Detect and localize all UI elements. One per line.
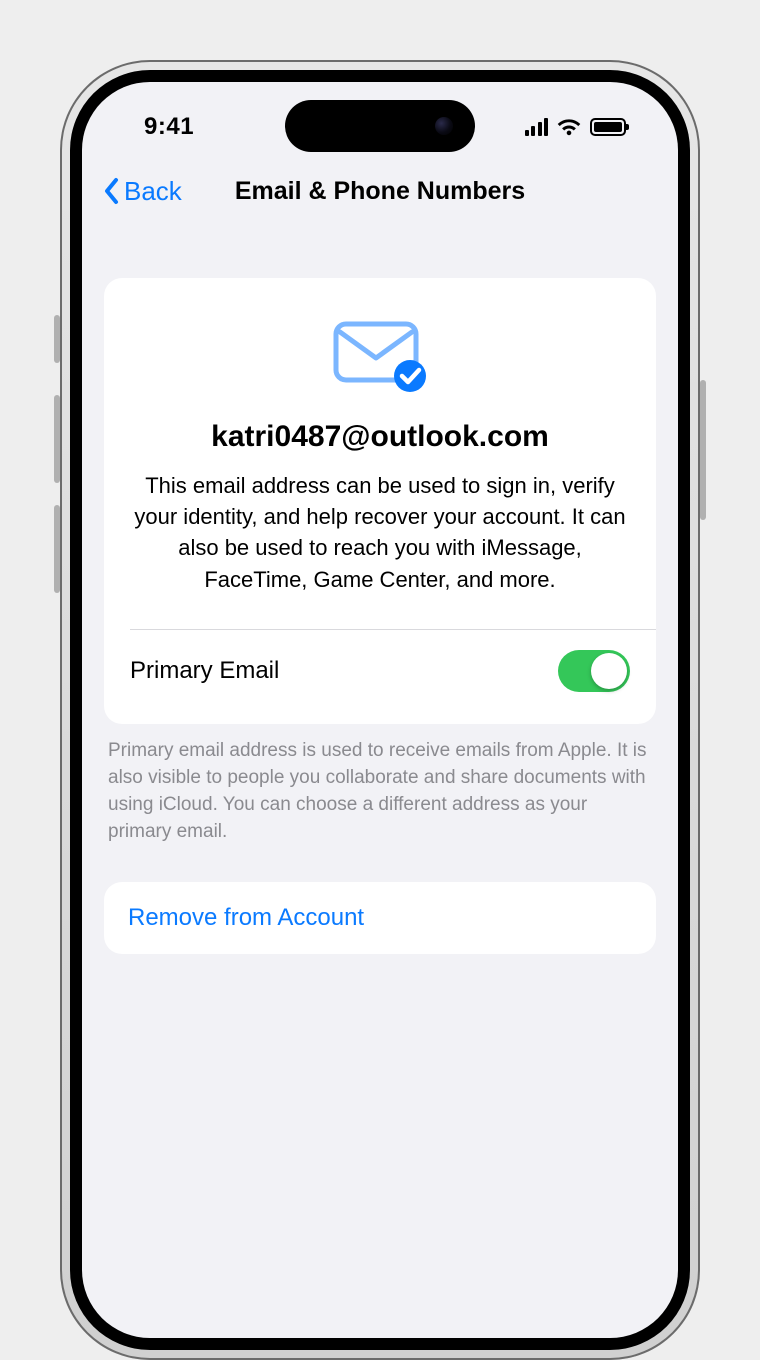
primary-email-row[interactable]: Primary Email [130,630,630,702]
phone-frame: 9:41 [60,60,700,1360]
screen: 9:41 [82,82,678,1338]
chevron-left-icon [102,176,122,206]
email-description: This email address can be used to sign i… [130,470,630,595]
power-button [700,380,706,520]
status-icons [525,117,627,137]
remove-card: Remove from Account [104,882,656,954]
wifi-icon [556,117,582,137]
cellular-icon [525,118,549,136]
nav-bar: Back Email & Phone Numbers [82,160,678,222]
volume-up-button [54,395,60,483]
remove-from-account-button[interactable]: Remove from Account [128,904,632,932]
phone-bezel: 9:41 [70,70,690,1350]
page-title: Email & Phone Numbers [235,177,525,206]
primary-email-toggle[interactable] [558,650,630,692]
back-button[interactable]: Back [102,176,182,207]
battery-icon [590,118,626,136]
back-label: Back [124,176,182,207]
status-time: 9:41 [144,113,194,141]
email-address: katri0487@outlook.com [130,420,630,454]
page-background: 9:41 [0,0,760,1020]
content: katri0487@outlook.com This email address… [82,240,678,1338]
volume-down-button [54,505,60,593]
primary-email-footnote: Primary email address is used to receive… [104,724,656,846]
status-bar: 9:41 [82,82,678,160]
mute-switch [54,315,60,363]
primary-email-label: Primary Email [130,657,279,685]
mail-verified-icon [130,318,630,394]
email-card: katri0487@outlook.com This email address… [104,278,656,724]
